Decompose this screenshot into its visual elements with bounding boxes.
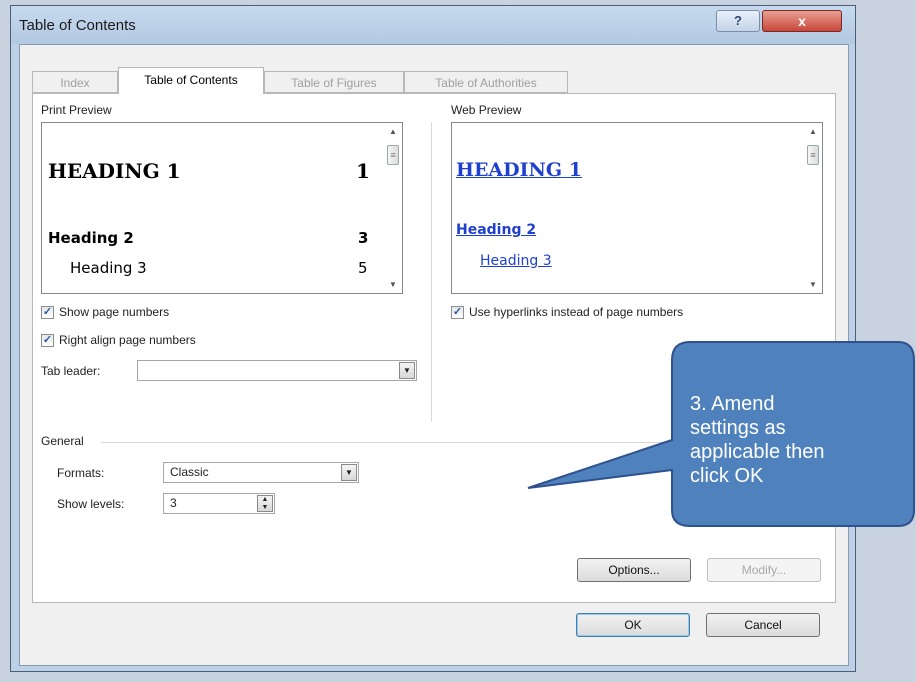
tab-table-of-contents[interactable]: Table of Contents xyxy=(118,67,264,94)
callout-bubble: 3. Amend settings as applicable then cli… xyxy=(527,341,915,527)
